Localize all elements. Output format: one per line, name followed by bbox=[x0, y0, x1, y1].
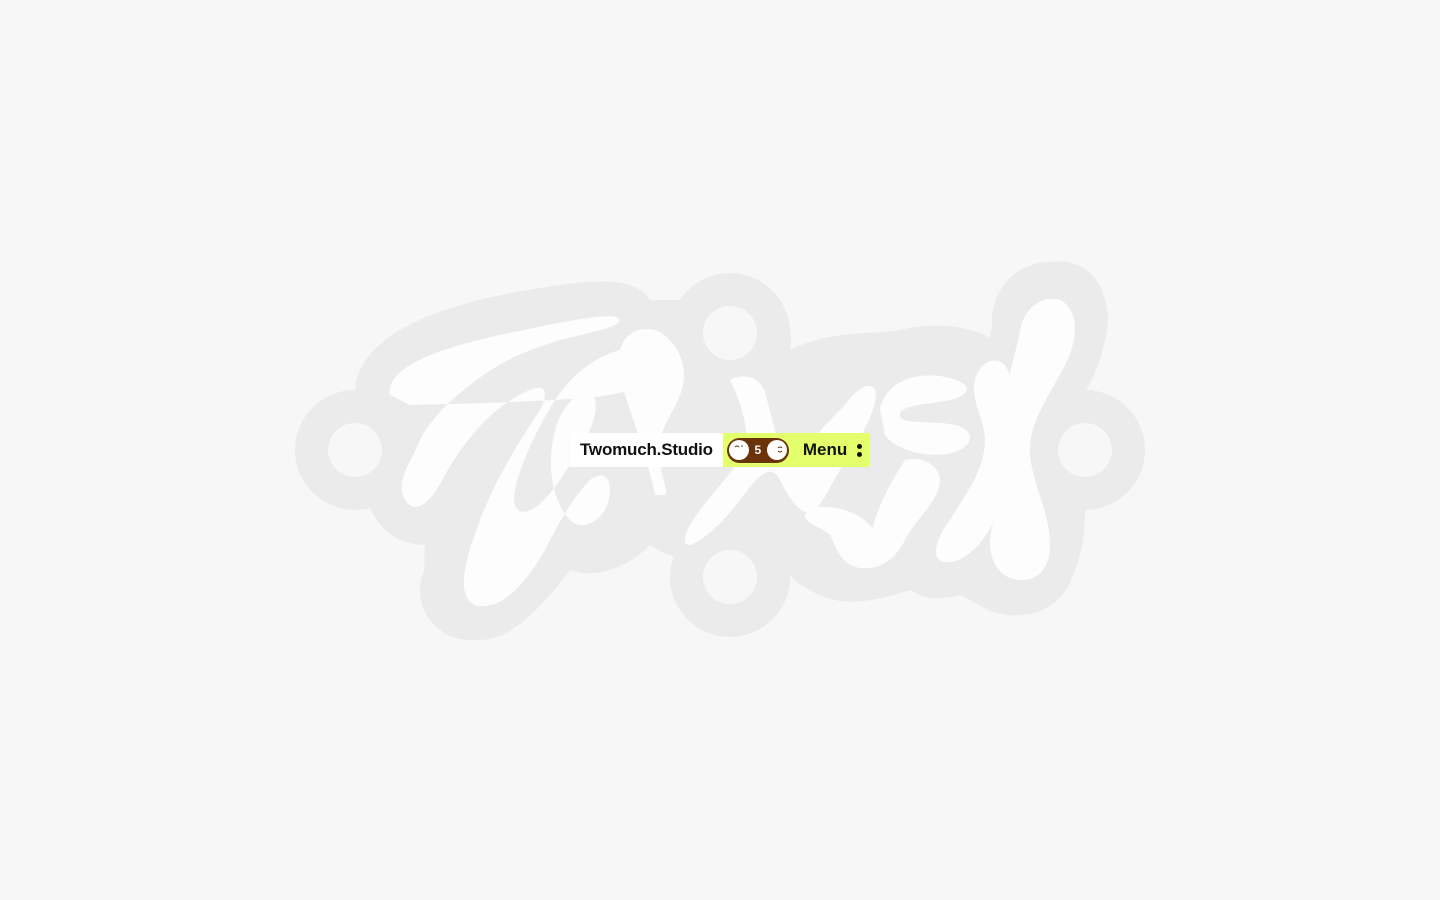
sleepy-face-icon bbox=[728, 440, 749, 460]
menu-block: 5 Menu bbox=[722, 433, 871, 467]
smiling-face-icon bbox=[766, 440, 787, 460]
menu-button[interactable]: Menu bbox=[803, 440, 847, 460]
nav-bar: Twomuch.Studio 5 Menu bbox=[570, 433, 871, 467]
more-vertical-icon[interactable] bbox=[857, 443, 863, 457]
toggle-count: 5 bbox=[754, 443, 762, 457]
mood-toggle[interactable]: 5 bbox=[726, 437, 789, 463]
page: Twomuch.Studio 5 Menu bbox=[0, 0, 1440, 900]
brand-name[interactable]: Twomuch.Studio bbox=[570, 433, 723, 467]
